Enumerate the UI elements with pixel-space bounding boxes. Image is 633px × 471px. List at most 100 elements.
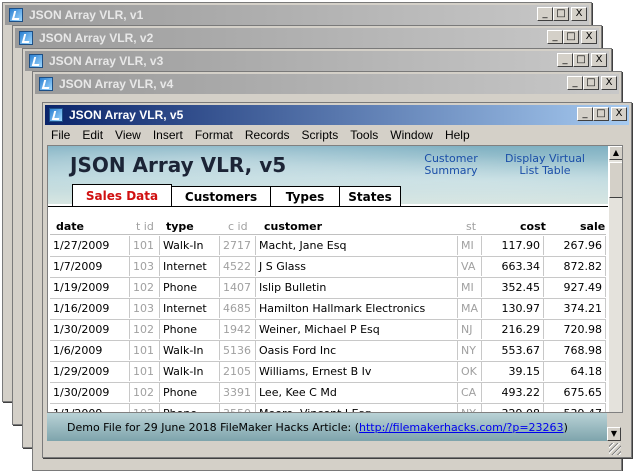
cell-sale: 539.47: [544, 404, 606, 412]
maximize-button[interactable]: □: [563, 30, 579, 44]
cell-st: MI: [458, 236, 482, 255]
filemaker-app-icon: [19, 31, 33, 45]
cell-customer: Lee, Kee C Md: [256, 383, 458, 402]
maximize-button[interactable]: □: [593, 107, 609, 121]
cell-st: NJ: [458, 320, 482, 339]
table-row[interactable]: 1/1/2009 102 Phone 3550 Moore, Vincent J…: [50, 404, 606, 412]
cell-date: 1/6/2009: [50, 341, 130, 360]
title-bar[interactable]: JSON Array VLR, v4 _ □ X: [35, 74, 619, 94]
menu-tools[interactable]: Tools: [344, 128, 384, 142]
cell-sale: 374.21: [544, 299, 606, 318]
minimize-button[interactable]: _: [537, 7, 553, 21]
cell-customer: Moore, Vincent J Esq: [256, 404, 458, 412]
close-button[interactable]: X: [571, 7, 587, 21]
close-button[interactable]: X: [581, 30, 597, 44]
minimize-button[interactable]: _: [567, 76, 583, 90]
maximize-button[interactable]: □: [583, 76, 599, 90]
cell-tid: 103: [130, 257, 160, 276]
vertical-scrollbar[interactable]: ▲: [609, 146, 622, 412]
tab-sales-data[interactable]: Sales Data: [72, 184, 172, 206]
minimize-button[interactable]: _: [547, 30, 563, 44]
menu-file[interactable]: File: [45, 128, 76, 142]
maximize-button[interactable]: □: [553, 7, 569, 21]
menu-edit[interactable]: Edit: [76, 128, 109, 142]
cell-date: 1/7/2009: [50, 257, 130, 276]
article-link[interactable]: http://filemakerhacks.com/?p=23263: [359, 421, 564, 434]
window-title: JSON Array VLR, v2: [39, 31, 154, 45]
cell-cost: 130.97: [482, 299, 544, 318]
cell-type: Internet: [160, 257, 220, 276]
close-button[interactable]: X: [601, 76, 617, 90]
title-bar[interactable]: JSON Array VLR, v5 _ □ X: [45, 105, 629, 125]
header-sale: sale: [580, 220, 606, 233]
cell-type: Phone: [160, 320, 220, 339]
cell-date: 1/27/2009: [50, 236, 130, 255]
cell-sale: 927.49: [544, 278, 606, 297]
cell-date: 1/30/2009: [50, 383, 130, 402]
layout-title: JSON Array VLR, v5: [70, 153, 287, 177]
minimize-button[interactable]: _: [557, 53, 573, 67]
maximize-button[interactable]: □: [573, 53, 589, 67]
tab-bar: Sales Data Customers Types States: [72, 184, 401, 206]
window-v5[interactable]: JSON Array VLR, v5 _ □ X File Edit View …: [42, 102, 632, 458]
table-row[interactable]: 1/19/2009 102 Phone 1407 Islip Bulletin …: [50, 278, 606, 299]
title-bar[interactable]: JSON Array VLR, v3 _ □ X: [25, 51, 609, 71]
tab-types[interactable]: Types: [270, 186, 340, 206]
menu-bar: File Edit View Insert Format Records Scr…: [45, 126, 629, 144]
scroll-up-button[interactable]: ▲: [609, 146, 622, 160]
cell-date: 1/19/2009: [50, 278, 130, 297]
tab-customers[interactable]: Customers: [171, 186, 271, 206]
header-cid: c id: [228, 220, 248, 233]
cell-cid: 4685: [220, 299, 256, 318]
cell-cost: 39.15: [482, 362, 544, 381]
title-bar[interactable]: JSON Array VLR, v1 _ □ X: [5, 5, 589, 25]
table-row[interactable]: 1/29/2009 101 Walk-In 2105 Williams, Ern…: [50, 362, 606, 383]
table-row[interactable]: 1/30/2009 102 Phone 1942 Weiner, Michael…: [50, 320, 606, 341]
header-tid: t id: [136, 220, 154, 233]
scroll-thumb[interactable]: [609, 162, 622, 198]
cell-st: CA: [458, 383, 482, 402]
cell-cid: 4522: [220, 257, 256, 276]
menu-view[interactable]: View: [109, 128, 147, 142]
cell-sale: 675.65: [544, 383, 606, 402]
menu-insert[interactable]: Insert: [147, 128, 189, 142]
close-button[interactable]: X: [591, 53, 607, 67]
cell-type: Phone: [160, 278, 220, 297]
scrollbar-corner: ▼: [607, 413, 623, 441]
menu-help[interactable]: Help: [439, 128, 476, 142]
table-row[interactable]: 1/7/2009 103 Internet 4522 J S Glass VA …: [50, 257, 606, 278]
table-row[interactable]: 1/16/2009 103 Internet 4685 Hamilton Hal…: [50, 299, 606, 320]
cell-date: 1/1/2009: [50, 404, 130, 412]
cell-tid: 102: [130, 278, 160, 297]
footer-band: Demo File for 29 June 2018 FileMaker Hac…: [47, 413, 607, 441]
cell-type: Walk-In: [160, 236, 220, 255]
menu-format[interactable]: Format: [189, 128, 239, 142]
table-body: 1/27/2009 101 Walk-In 2717 Macht, Jane E…: [50, 236, 606, 412]
close-button[interactable]: X: [611, 107, 627, 121]
header-divider: [50, 234, 606, 235]
cell-customer: Oasis Ford Inc: [256, 341, 458, 360]
menu-window[interactable]: Window: [384, 128, 439, 142]
window-controls: _ □ X: [567, 76, 617, 90]
header-st: st: [466, 220, 477, 233]
table-row[interactable]: 1/27/2009 101 Walk-In 2717 Macht, Jane E…: [50, 236, 606, 257]
table-row[interactable]: 1/6/2009 101 Walk-In 5136 Oasis Ford Inc…: [50, 341, 606, 362]
menu-records[interactable]: Records: [239, 128, 296, 142]
scroll-down-button[interactable]: ▼: [607, 427, 621, 441]
table-row[interactable]: 1/30/2009 102 Phone 3391 Lee, Kee C Md C…: [50, 383, 606, 404]
cell-date: 1/30/2009: [50, 320, 130, 339]
tab-states[interactable]: States: [339, 186, 401, 206]
resize-grip-icon[interactable]: [609, 443, 621, 455]
cell-tid: 101: [130, 341, 160, 360]
minimize-button[interactable]: _: [577, 107, 593, 121]
cell-sale: 768.98: [544, 341, 606, 360]
window-title: JSON Array VLR, v1: [29, 8, 144, 22]
cell-st: OK: [458, 362, 482, 381]
cell-cid: 3391: [220, 383, 256, 402]
cell-cid: 2105: [220, 362, 256, 381]
cell-date: 1/16/2009: [50, 299, 130, 318]
menu-scripts[interactable]: Scripts: [296, 128, 345, 142]
customer-summary-link[interactable]: Customer Summary: [420, 153, 482, 177]
title-bar[interactable]: JSON Array VLR, v2 _ □ X: [15, 28, 599, 48]
display-virtual-list-link[interactable]: Display Virtual List Table: [500, 153, 590, 177]
